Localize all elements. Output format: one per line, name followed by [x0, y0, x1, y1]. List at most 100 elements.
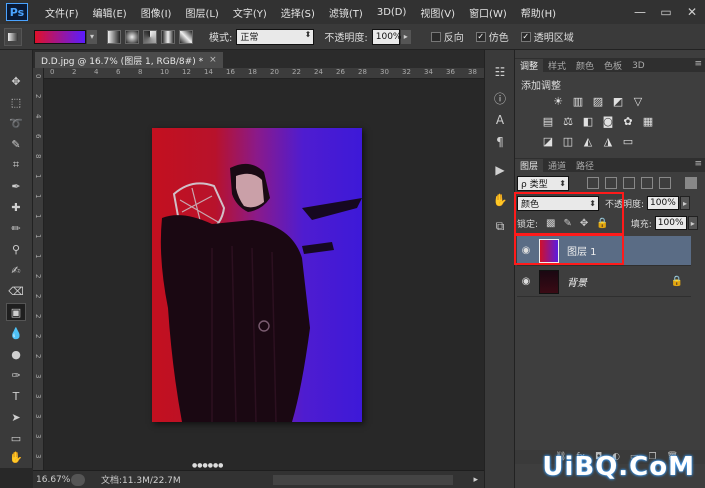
posterize-icon[interactable]: ◫	[561, 134, 575, 148]
minimize-button[interactable]: —	[627, 1, 653, 23]
menu-image[interactable]: 图像(I)	[134, 5, 179, 20]
menu-filter[interactable]: 滤镜(T)	[322, 5, 370, 20]
menu-help[interactable]: 帮助(H)	[514, 5, 563, 20]
reverse-checkbox[interactable]	[430, 31, 441, 42]
maximize-button[interactable]: ▭	[653, 1, 679, 23]
gradient-picker-arrow[interactable]: ▾	[87, 29, 97, 44]
angle-gradient-button[interactable]	[143, 29, 157, 44]
selective-color-icon[interactable]: ◮	[601, 134, 615, 148]
menu-view[interactable]: 视图(V)	[413, 5, 462, 20]
vibrance-icon[interactable]: ▽	[631, 94, 645, 108]
radial-gradient-button[interactable]	[125, 29, 139, 44]
diamond-gradient-button[interactable]	[179, 29, 193, 44]
invert-icon[interactable]: ◪	[541, 134, 555, 148]
crop-tool-icon[interactable]: ⌗	[6, 156, 26, 174]
mode-select[interactable]: 正常 ⬍	[236, 28, 315, 45]
history-icon[interactable]: ☷	[492, 64, 508, 80]
opacity-slider-arrow[interactable]: ▸	[400, 29, 411, 44]
canvas-area[interactable]: ●●●●●●	[44, 79, 484, 470]
menu-window[interactable]: 窗口(W)	[462, 5, 514, 20]
clone-stamp-tool-icon[interactable]: ⚲	[6, 240, 26, 258]
exposure-icon[interactable]: ◩	[611, 94, 625, 108]
tab-color[interactable]: 颜色	[571, 59, 599, 72]
black-white-icon[interactable]: ◧	[581, 114, 595, 128]
tab-adjustments[interactable]: 调整	[515, 59, 544, 72]
zoom-level[interactable]: 16.67%	[33, 475, 71, 485]
pen-tool-icon[interactable]: ✑	[6, 366, 26, 384]
actions-icon[interactable]: ▶	[492, 162, 508, 178]
color-balance-icon[interactable]: ⚖	[561, 114, 575, 128]
layer-filter-select[interactable]: ρ 类型 ⬍	[517, 175, 569, 191]
document-tab[interactable]: D.D.jpg @ 16.7% (图层 1, RGB/8#) * ×	[35, 52, 223, 68]
panel-menu-icon[interactable]: ≡	[694, 59, 702, 69]
tab-3d[interactable]: 3D	[627, 59, 650, 72]
eyedropper-tool-icon[interactable]: ✒	[6, 177, 26, 195]
menu-3d[interactable]: 3D(D)	[370, 7, 414, 18]
threshold-icon[interactable]: ◭	[581, 134, 595, 148]
opacity-arrow[interactable]: ▸	[680, 196, 691, 210]
menu-type[interactable]: 文字(Y)	[226, 5, 274, 20]
opacity-input[interactable]: 100%	[371, 28, 401, 45]
color-lookup-icon[interactable]: ▦	[641, 114, 655, 128]
layer-opacity-input[interactable]: 100%	[647, 196, 680, 210]
linear-gradient-button[interactable]	[107, 29, 121, 44]
horizontal-scrollbar[interactable]	[273, 474, 453, 485]
filter-toggle-icon[interactable]	[685, 177, 697, 189]
close-button[interactable]: ✕	[679, 1, 705, 23]
hand-tool-icon[interactable]: ✋	[6, 450, 26, 464]
layers-panel-menu-icon[interactable]: ≡	[694, 159, 702, 169]
gradient-tool-icon[interactable]: ▣	[6, 303, 26, 321]
hue-saturation-icon[interactable]: ▤	[541, 114, 555, 128]
fill-arrow[interactable]: ▸	[687, 216, 698, 230]
lasso-tool-icon[interactable]: ➰	[6, 114, 26, 132]
shape-tool-icon[interactable]: ▭	[6, 429, 26, 447]
levels-icon[interactable]: ▥	[571, 94, 585, 108]
background-layer-name[interactable]: 背景	[567, 274, 587, 289]
tab-styles[interactable]: 样式	[543, 59, 571, 72]
pixel-filter-icon[interactable]	[587, 177, 599, 189]
info-icon[interactable]: ⓘ	[492, 90, 508, 106]
marquee-tool-icon[interactable]: ⬚	[6, 93, 26, 111]
move-tool-icon[interactable]: ✥	[6, 72, 26, 90]
close-icon[interactable]: ×	[209, 55, 217, 65]
photo-filter-icon[interactable]: ◙	[601, 114, 615, 128]
dodge-tool-icon[interactable]: ●	[6, 345, 26, 363]
eye-icon[interactable]: ◉	[517, 276, 535, 287]
adjustment-filter-icon[interactable]	[605, 177, 617, 189]
shape-filter-icon[interactable]	[641, 177, 653, 189]
path-selection-tool-icon[interactable]: ➤	[6, 408, 26, 426]
eraser-tool-icon[interactable]: ⌫	[6, 282, 26, 300]
character-icon[interactable]: A	[492, 112, 508, 128]
gradient-map-icon[interactable]: ▭	[621, 134, 635, 148]
channel-mixer-icon[interactable]: ✿	[621, 114, 635, 128]
tab-paths[interactable]: 路径	[571, 159, 599, 172]
dither-checkbox[interactable]: ✓	[475, 31, 486, 42]
reflected-gradient-button[interactable]	[161, 29, 175, 44]
paragraph-icon[interactable]: ¶	[492, 134, 508, 150]
scroll-right-icon[interactable]: ▸	[473, 475, 478, 485]
gradient-editor-swatch[interactable]	[34, 29, 86, 44]
tab-channels[interactable]: 通道	[543, 159, 571, 172]
tool-preset-picker[interactable]	[4, 27, 22, 46]
layer-row-background[interactable]: ◉ 背景 🔒	[517, 267, 691, 297]
type-tool-icon[interactable]: T	[6, 387, 26, 405]
menu-layer[interactable]: 图层(L)	[178, 5, 225, 20]
quick-select-tool-icon[interactable]: ✎	[6, 135, 26, 153]
brush-tool-icon[interactable]: ✏	[6, 219, 26, 237]
status-info-icon[interactable]	[71, 473, 85, 486]
tab-layers[interactable]: 图层	[515, 159, 544, 172]
history-brush-tool-icon[interactable]: ✍	[6, 261, 26, 279]
menu-edit[interactable]: 编辑(E)	[86, 5, 134, 20]
blur-tool-icon[interactable]: 💧	[6, 324, 26, 342]
clone-source-icon[interactable]: ⧉	[492, 218, 508, 234]
smart-object-filter-icon[interactable]	[659, 177, 671, 189]
transparency-checkbox[interactable]: ✓	[520, 31, 531, 42]
menu-select[interactable]: 选择(S)	[274, 5, 322, 20]
brightness-icon[interactable]: ☀	[551, 94, 565, 108]
menu-file[interactable]: 文件(F)	[38, 5, 86, 20]
tab-swatches[interactable]: 色板	[599, 59, 627, 72]
document-image[interactable]	[152, 128, 362, 422]
tool-presets-icon[interactable]: ✋	[492, 192, 508, 208]
healing-brush-tool-icon[interactable]: ✚	[6, 198, 26, 216]
curves-icon[interactable]: ▨	[591, 94, 605, 108]
